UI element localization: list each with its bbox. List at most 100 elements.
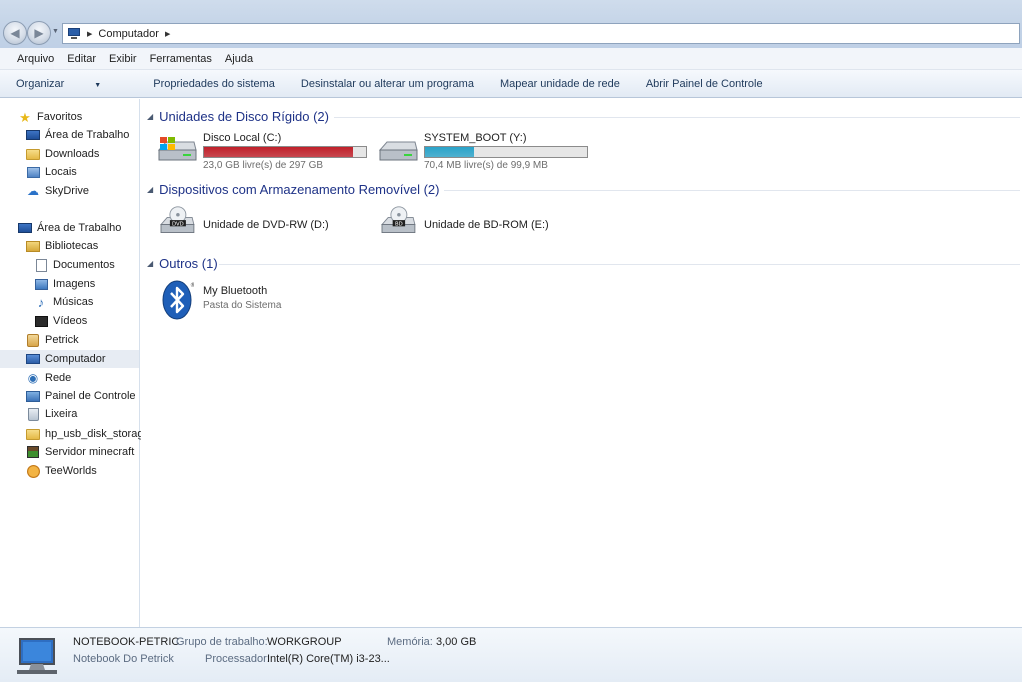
drive-name: Disco Local (C:) [203,132,282,144]
sidebar-item-label: Downloads [45,148,100,160]
sidebar-item-label: Área de Trabalho [45,129,130,141]
item-tile-my-bluetooth[interactable]: ® My Bluetooth Pasta do Sistema [156,279,371,323]
command-bar: Organizar ▼ Propriedades do sistema Desin… [0,70,1022,98]
breadcrumb-computador[interactable]: Computador [98,28,159,40]
sidebar-item-bibliotecas[interactable]: Bibliotecas [0,237,139,255]
chevron-down-icon: ▼ [94,81,102,89]
sidebar-item-documentos[interactable]: Documentos [0,256,139,274]
organize-button[interactable]: Organizar ▼ [16,78,127,90]
address-bar[interactable]: ▶ Computador ▶ [62,23,1020,44]
sidebar-item-label: Petrick [45,334,79,346]
group-title: Unidades de Disco Rígido (2) [159,108,329,124]
drive-tile-e[interactable]: BD Unidade de BD-ROM (E:) [377,203,592,247]
sidebar-item-painel-de-controle[interactable]: Painel de Controle [0,387,139,405]
video-icon [34,315,48,327]
drive-tile-c[interactable]: Disco Local (C:) 23,0 GB livre(s) de 297… [156,132,371,176]
navigation-pane: ★ Favoritos Área de Trabalho Downloads L… [0,99,150,627]
sidebar-item-label: Músicas [53,296,94,308]
dvd-drive-icon: DVD [160,206,195,233]
drive-usage-bar [203,146,367,158]
content-pane: ◢ Unidades de Disco Rígido (2) Disco Loc… [141,99,1022,627]
sidebar-item-lixeira[interactable]: Lixeira [0,405,139,423]
group-divider [444,190,1020,191]
group-header-removable[interactable]: ◢ Dispositivos com Armazenamento Removív… [147,180,439,198]
group-header-hard-disks[interactable]: ◢ Unidades de Disco Rígido (2) [147,107,329,125]
sidebar-item-hp-usb-disk-storage[interactable]: hp_usb_disk_storage [0,425,150,443]
sidebar-item-desktop-fav[interactable]: Área de Trabalho [0,126,139,144]
item-type: Pasta do Sistema [203,300,282,311]
sidebar-item-servidor-minecraft[interactable]: Servidor minecraft [0,443,139,461]
drive-usage-fill [204,147,354,157]
bluetooth-icon: ® [162,280,194,320]
desktop-icon [26,130,40,140]
libraries-icon [26,240,40,252]
computer-icon [26,354,40,364]
sidebar-item-skydrive[interactable]: ☁ SkyDrive [0,182,139,200]
sidebar-item-computador[interactable]: Computador [0,350,139,368]
group-title: Outros (1) [159,255,218,271]
workgroup-value: WORKGROUP [267,636,342,648]
collapse-chevron-icon[interactable]: ◢ [147,185,153,194]
sidebar-item-locais[interactable]: Locais [0,163,139,181]
device-name: Unidade de DVD-RW (D:) [203,219,329,231]
menu-exibir[interactable]: Exibir [109,53,137,65]
sidebar-item-label: Bibliotecas [45,240,99,252]
pictures-icon [34,278,48,290]
drive-tile-y[interactable]: SYSTEM_BOOT (Y:) 70,4 MB livre(s) de 99,… [377,132,592,176]
drive-tile-d[interactable]: DVD Unidade de DVD-RW (D:) [156,203,371,247]
sidebar-item-teeworlds[interactable]: TeeWorlds [0,462,139,480]
open-control-panel-button[interactable]: Abrir Painel de Controle [646,78,763,90]
breadcrumb-chevron-icon[interactable]: ▶ [165,30,170,38]
sidebar-item-label: Documentos [53,259,115,271]
dvd-badge: DVD [172,221,184,227]
organize-label: Organizar [16,77,65,90]
sidebar-item-favoritos[interactable]: ★ Favoritos [0,108,139,126]
document-icon [35,258,47,272]
memory-label: Memória: [387,636,433,648]
map-network-drive-button[interactable]: Mapear unidade de rede [500,78,620,90]
collapse-chevron-icon[interactable]: ◢ [147,112,153,121]
star-icon: ★ [19,109,31,125]
menu-editar[interactable]: Editar [67,53,96,65]
drive-free-space: 23,0 GB livre(s) de 297 GB [203,160,324,171]
menu-ferramentas[interactable]: Ferramentas [150,53,212,65]
uninstall-program-button[interactable]: Desinstalar ou alterar um programa [301,78,474,90]
sidebar-item-musicas[interactable]: ♪ Músicas [0,293,139,311]
forward-button[interactable]: ▶ [27,21,51,45]
sidebar-item-label: Favoritos [37,111,83,123]
sidebar-item-label: Área de Trabalho [37,222,122,234]
recent-places-icon [26,166,40,178]
group-header-other[interactable]: ◢ Outros (1) [147,254,218,272]
sidebar-item-label: TeeWorlds [45,465,97,477]
hard-drive-icon [378,141,418,161]
sidebar-item-desktop[interactable]: Área de Trabalho [0,219,139,237]
back-button[interactable]: ◀ [3,21,27,45]
details-pane: NOTEBOOK-PETRIC Notebook Do Petrick Grup… [0,627,1022,682]
group-divider [219,264,1020,265]
sidebar-item-label: SkyDrive [45,185,90,197]
computer-name: NOTEBOOK-PETRIC [73,636,180,648]
forward-arrow-icon: ▶ [34,26,44,40]
menu-arquivo[interactable]: Arquivo [17,53,54,65]
sidebar-item-downloads[interactable]: Downloads [0,145,139,163]
group-title: Dispositivos com Armazenamento Removível… [159,181,440,197]
sidebar-item-petrick[interactable]: Petrick [0,331,139,349]
menu-ajuda[interactable]: Ajuda [225,53,253,65]
sidebar-item-label: Locais [45,166,77,178]
recent-pages-dropdown-icon[interactable]: ▼ [52,28,59,35]
workgroup-label: Grupo de trabalho: [176,636,268,648]
downloads-folder-icon [26,148,40,160]
minecraft-icon [27,446,39,458]
network-icon: ◉ [27,371,39,385]
sidebar-item-imagens[interactable]: Imagens [0,275,139,293]
sidebar-item-label: Lixeira [45,408,78,420]
drive-usage-fill [425,147,474,157]
control-panel-icon [26,390,40,402]
sidebar-item-videos[interactable]: Vídeos [0,312,139,330]
sidebar-item-rede[interactable]: ◉ Rede [0,369,139,387]
cloud-icon: ☁ [27,184,39,198]
sidebar-item-label: hp_usb_disk_storage [45,428,150,440]
breadcrumb-chevron-icon[interactable]: ▶ [87,30,92,38]
system-properties-button[interactable]: Propriedades do sistema [153,78,275,90]
collapse-chevron-icon[interactable]: ◢ [147,259,153,268]
